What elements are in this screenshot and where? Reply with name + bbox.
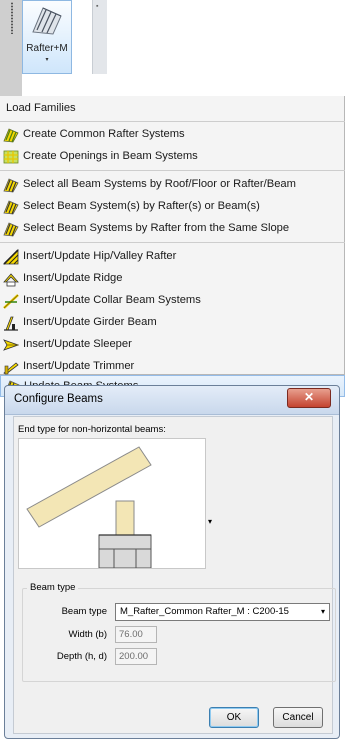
menu-item-label: Select all Beam Systems by Roof/Floor or…	[23, 178, 296, 190]
depth-field: 200.00	[115, 648, 157, 665]
dialog-title: Configure Beams	[14, 393, 103, 405]
rafter-dropdown-menu: Load Families Create Common Rafter Syste…	[0, 96, 345, 375]
rafter-system-icon	[3, 128, 19, 143]
depth-value: 200.00	[119, 651, 149, 662]
girder-beam-icon	[4, 316, 18, 331]
chevron-down-icon[interactable]: ▾	[208, 517, 212, 526]
menu-item-label: Insert/Update Girder Beam	[23, 316, 157, 328]
select-beam-icon	[3, 200, 19, 215]
dialog-titlebar[interactable]: Configure Beams ✕	[5, 386, 339, 415]
menu-separator	[0, 121, 345, 122]
menu-item-label: Insert/Update Trimmer	[23, 360, 135, 372]
menu-item-insert-girder-beam[interactable]: Insert/Update Girder Beam	[0, 312, 345, 334]
menu-item-label: Create Common Rafter Systems	[23, 128, 185, 140]
menu-item-label: Load Families	[6, 102, 76, 114]
beam-type-label: Beam type	[61, 606, 107, 617]
ribbon-side-panel: ▪	[92, 0, 107, 74]
menu-item-label: Create Openings in Beam Systems	[23, 150, 198, 162]
cancel-button[interactable]: Cancel	[273, 707, 323, 728]
ridge-icon	[3, 273, 19, 287]
chevron-down-icon: ▾	[320, 607, 325, 616]
trimmer-icon	[3, 362, 19, 375]
configure-beams-dialog: Configure Beams ✕ End type for non-horiz…	[4, 385, 340, 739]
menu-separator	[0, 242, 345, 243]
menu-item-create-openings[interactable]: Create Openings in Beam Systems	[0, 146, 345, 168]
end-type-preview[interactable]	[18, 438, 206, 569]
width-label: Width (b)	[68, 629, 107, 640]
menu-separator	[0, 170, 345, 171]
chevron-down-icon: ▾	[45, 57, 49, 63]
rafter-m-button[interactable]: Rafter+M ▾	[22, 0, 72, 74]
toolbar-grip[interactable]	[0, 0, 22, 96]
end-type-label: End type for non-horizontal beams:	[18, 424, 166, 435]
menu-item-insert-ridge[interactable]: Insert/Update Ridge	[0, 268, 345, 290]
pin-icon: ▪	[96, 3, 99, 10]
hip-valley-icon	[3, 249, 19, 265]
ribbon: Rafter+M ▾ ▪	[0, 0, 345, 96]
width-value: 76.00	[119, 629, 143, 640]
menu-item-select-beam-systems-same-slope[interactable]: Select Beam Systems by Rafter from the S…	[0, 218, 345, 240]
menu-item-select-all-beam-systems[interactable]: Select all Beam Systems by Roof/Floor or…	[0, 174, 345, 196]
menu-item-label: Select Beam System(s) by Rafter(s) or Be…	[23, 200, 260, 212]
menu-item-insert-sleeper[interactable]: Insert/Update Sleeper	[0, 334, 345, 356]
close-button[interactable]: ✕	[287, 388, 331, 408]
opening-icon	[3, 150, 19, 164]
menu-item-label: Insert/Update Hip/Valley Rafter	[23, 250, 177, 262]
select-beam-icon	[3, 178, 19, 193]
grip-dots-icon	[10, 2, 14, 34]
depth-label: Depth (h, d)	[56, 651, 107, 662]
rafter-end-diagram	[26, 446, 152, 569]
close-icon: ✕	[303, 390, 315, 404]
beam-type-group-title: Beam type	[27, 582, 79, 593]
beam-type-select[interactable]: M_Rafter_Common Rafter_M : C200-15 ▾	[115, 603, 330, 621]
collar-beam-icon	[3, 294, 19, 309]
menu-item-select-beam-systems-by-rafter[interactable]: Select Beam System(s) by Rafter(s) or Be…	[0, 196, 345, 218]
rafter-m-label: Rafter+M	[26, 43, 68, 54]
menu-item-insert-hip-valley-rafter[interactable]: Insert/Update Hip/Valley Rafter	[0, 246, 345, 268]
roof-rafter-icon	[32, 7, 62, 35]
menu-item-load-families[interactable]: Load Families	[0, 98, 345, 120]
menu-item-insert-collar-beam[interactable]: Insert/Update Collar Beam Systems	[0, 290, 345, 312]
ok-button[interactable]: OK	[209, 707, 259, 728]
select-beam-icon	[3, 222, 19, 237]
width-field: 76.00	[115, 626, 157, 643]
menu-item-create-common-rafter-systems[interactable]: Create Common Rafter Systems	[0, 124, 345, 146]
sleeper-icon	[3, 339, 19, 351]
menu-item-label: Insert/Update Ridge	[23, 272, 123, 284]
beam-type-value: M_Rafter_Common Rafter_M : C200-15	[120, 606, 289, 617]
menu-item-label: Select Beam Systems by Rafter from the S…	[23, 222, 290, 234]
menu-item-label: Insert/Update Sleeper	[23, 338, 132, 350]
menu-item-label: Insert/Update Collar Beam Systems	[23, 294, 201, 306]
